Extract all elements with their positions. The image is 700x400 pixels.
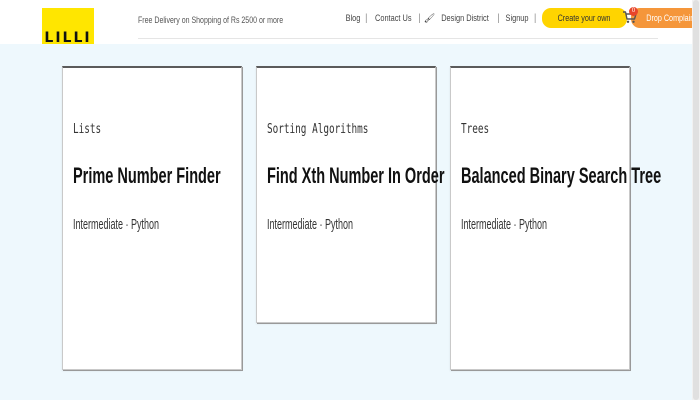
drop-complaint-label: Drop Complaint — [645, 13, 696, 23]
top-nav: Blog | Contact Us | 🖌︎ Design District |… — [344, 7, 700, 29]
card-meta: Intermediate · Python — [461, 216, 548, 233]
create-your-own-button[interactable]: Create your own — [542, 8, 627, 28]
card-title: Prime Number Finder — [73, 163, 221, 188]
logo-text: LILLI — [44, 30, 92, 44]
nav-link-blog[interactable]: Blog — [346, 13, 361, 23]
scrollbar-thumb[interactable] — [693, 0, 699, 400]
create-your-own-label: Create your own — [558, 13, 611, 23]
project-card[interactable]: Trees Balanced Binary Search Tree Interm… — [450, 66, 661, 370]
project-card[interactable]: Sorting Algorithms Find Xth Number In Or… — [256, 66, 444, 323]
header-divider — [138, 38, 658, 39]
card-title: Balanced Binary Search Tree — [461, 163, 662, 188]
free-delivery-notice: Free Delivery on Shopping of Rs 2500 or … — [138, 15, 284, 25]
nav-link-design-district[interactable]: Design District — [441, 13, 489, 23]
card-meta: Intermediate · Python — [73, 216, 160, 233]
card-category: Trees — [461, 122, 490, 137]
card-category: Sorting Algorithms — [267, 122, 369, 137]
nav-link-signup[interactable]: Signup — [505, 13, 528, 23]
site-logo[interactable]: LILLI — [42, 8, 94, 44]
nav-separator: | — [418, 12, 421, 24]
brush-icon: 🖌︎ — [423, 12, 436, 23]
page-scrollbar[interactable] — [692, 0, 700, 400]
nav-link-contact[interactable]: Contact Us — [375, 13, 412, 23]
cart-count-badge: 0 — [629, 7, 638, 16]
project-card[interactable]: Lists Prime Number Finder Intermediate ·… — [62, 66, 242, 370]
nav-separator: | — [365, 12, 368, 24]
drop-complaint-button[interactable]: Drop Complaint — [630, 8, 700, 28]
nav-separator: | — [497, 12, 500, 24]
card-category: Lists — [73, 122, 102, 137]
site-header: LILLI Free Delivery on Shopping of Rs 25… — [0, 0, 700, 44]
card-meta: Intermediate · Python — [267, 216, 354, 233]
card-title: Find Xth Number In Order — [267, 163, 445, 188]
nav-separator: | — [533, 12, 537, 24]
